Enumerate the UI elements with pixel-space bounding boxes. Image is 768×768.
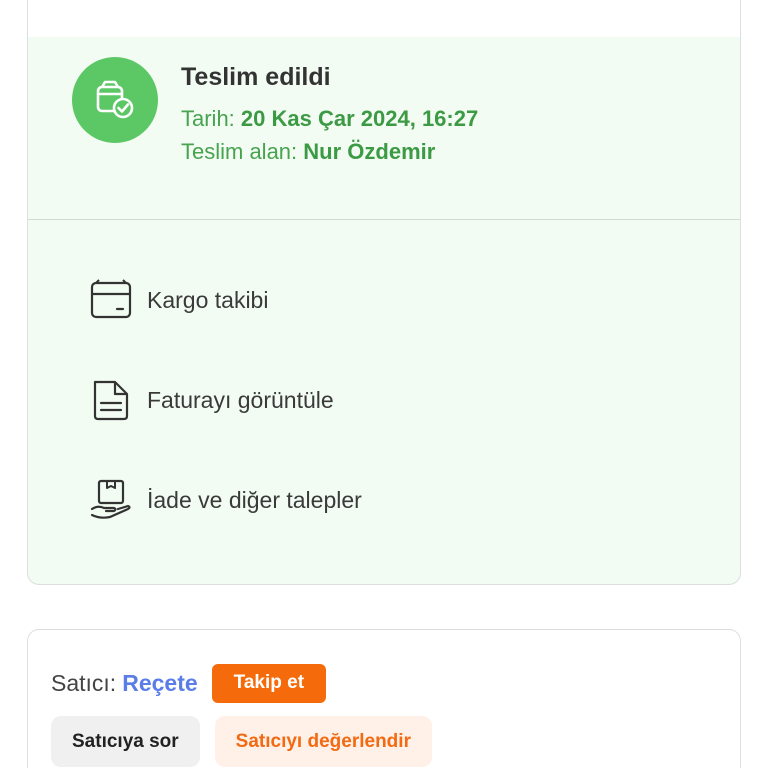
view-invoice-action[interactable]: Faturayı görüntüle	[90, 378, 334, 422]
delivery-date: Tarih: 20 Kas Çar 2024, 16:27	[181, 106, 478, 132]
delivery-card: Teslim edildi Tarih: 20 Kas Çar 2024, 16…	[27, 0, 741, 585]
seller-actions: Satıcıya sor Satıcıyı değerlendir	[51, 716, 432, 767]
delivery-receiver-label: Teslim alan:	[181, 139, 298, 164]
follow-button[interactable]: Takip et	[211, 663, 327, 703]
rate-seller-button[interactable]: Satıcıyı değerlendir	[214, 716, 432, 767]
box-icon	[90, 279, 132, 321]
return-requests-action[interactable]: İade ve diğer talepler	[90, 478, 362, 522]
seller-card: Satıcı: Reçete Takip et Satıcıya sor Sat…	[27, 629, 741, 768]
seller-name-link[interactable]: Reçete	[122, 670, 197, 697]
document-icon	[90, 379, 132, 421]
view-invoice-label: Faturayı görüntüle	[147, 386, 334, 413]
cargo-tracking-action[interactable]: Kargo takibi	[90, 278, 268, 322]
delivery-date-label: Tarih:	[181, 106, 235, 131]
return-requests-label: İade ve diğer talepler	[147, 486, 362, 513]
seller-row: Satıcı: Reçete Takip et	[51, 663, 327, 703]
card-top-spacer	[28, 0, 740, 37]
ask-seller-button[interactable]: Satıcıya sor	[51, 716, 200, 767]
seller-prefix: Satıcı:	[51, 669, 117, 696]
divider	[28, 219, 740, 220]
delivery-status-title: Teslim edildi	[181, 63, 331, 91]
package-check-icon	[72, 57, 158, 143]
delivery-receiver: Teslim alan: Nur Özdemir	[181, 139, 435, 165]
delivery-receiver-value: Nur Özdemir	[303, 139, 436, 164]
delivery-date-value: 20 Kas Çar 2024, 16:27	[240, 106, 479, 131]
return-hand-icon	[90, 479, 132, 521]
cargo-tracking-label: Kargo takibi	[147, 286, 269, 313]
